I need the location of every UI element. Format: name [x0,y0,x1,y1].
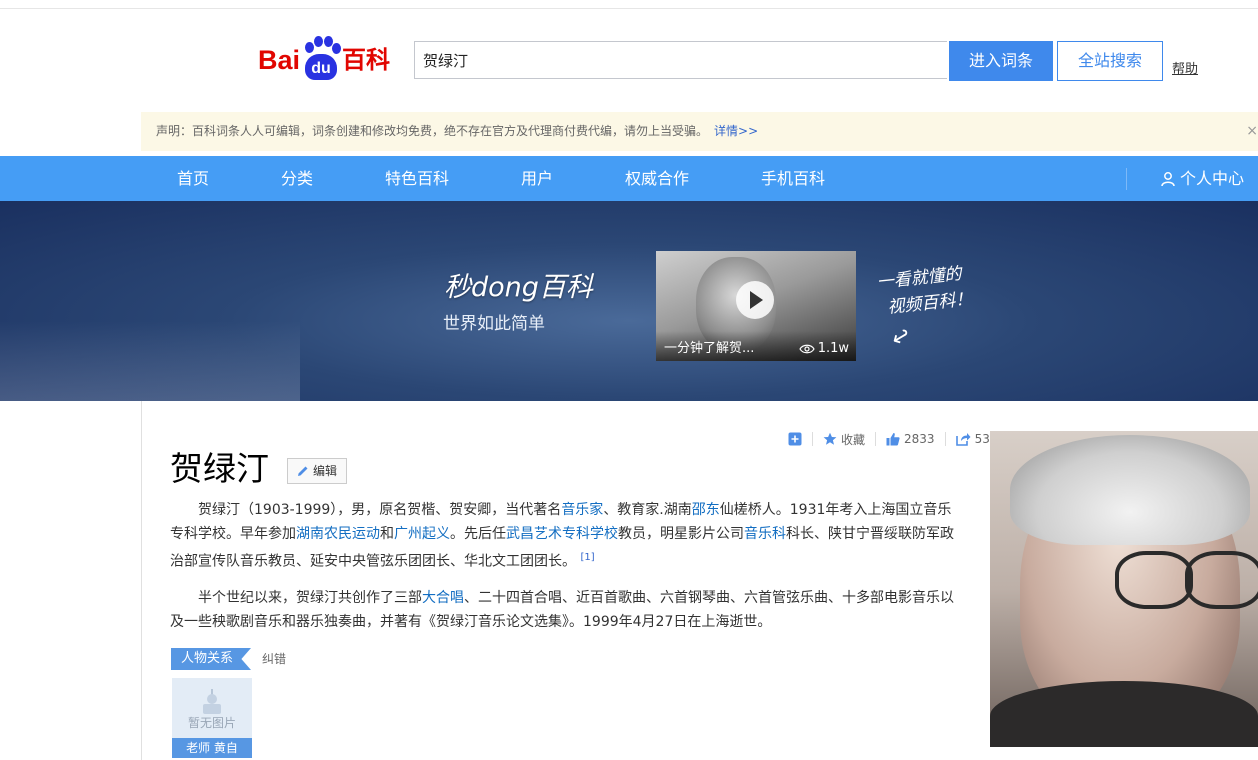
portrait-glasses-right [1185,551,1258,609]
arrow-icon: ↩ [886,322,916,353]
toolbar-divider [944,432,946,446]
collect-button[interactable]: 收藏 [823,431,865,448]
text: 。先后任 [450,526,506,542]
pencil-icon [297,466,308,476]
miaodong-banner[interactable]: 秒dong百科 世界如此简单 一分钟了解贺... 1.1w 一看就懂的 视频百科… [0,201,1258,401]
toolbar-divider [875,432,877,446]
portrait-image[interactable] [990,431,1258,747]
user-center-label: 个人中心 [1180,169,1245,188]
main-nav: 首页 分类 特色百科 用户 权威合作 手机百科 个人中心 [0,156,1258,201]
paw-icon: du [301,36,342,80]
link-musician[interactable]: 音乐家 [561,502,603,518]
star-icon [823,432,837,445]
enter-entry-button[interactable]: 进入词条 [949,41,1053,81]
correction-link[interactable]: 纠错 [262,650,286,667]
banner-subtitle: 世界如此简单 [443,314,545,334]
article-toolbar: 收藏 2833 53 [788,430,1000,448]
nav-item-home[interactable]: 首页 [177,156,209,201]
text: 和 [380,526,394,542]
logo-baike-text: 百科 [342,46,391,74]
baidu-baike-logo[interactable]: Bai du 百科 [258,34,390,80]
placeholder-image-icon [203,689,221,714]
notice-more-link[interactable]: 详情>> [714,124,758,138]
nav-item-category[interactable]: 分类 [281,156,313,201]
video-caption: 一分钟了解贺... [664,341,755,356]
site-search-button[interactable]: 全站搜索 [1057,41,1163,81]
text: 教员，明星影片公司 [618,526,744,542]
summary-paragraph-2: 半个世纪以来，贺绿汀共创作了三部大合唱、二十四首合唱、近百首歌曲、六首钢琴曲、六… [170,586,960,634]
logo-bai-text: Bai [258,45,301,75]
user-icon [1161,171,1175,186]
link-guangzhou-uprising[interactable]: 广州起义 [394,526,450,542]
portrait-coat [990,681,1258,747]
link-music-section[interactable]: 音乐科 [744,526,786,542]
banner-glow [0,321,300,401]
nav-item-mobile[interactable]: 手机百科 [761,156,825,201]
portrait-glasses-left [1115,551,1193,609]
video-thumbnail[interactable]: 一分钟了解贺... 1.1w [656,251,856,361]
nav-item-users[interactable]: 用户 [521,156,553,201]
reference-link[interactable]: [1] [580,552,594,563]
share-button[interactable]: 53 [955,432,990,446]
user-center-link[interactable]: 个人中心 [1160,156,1244,201]
video-views-count: 1.1w [817,341,849,356]
play-icon[interactable] [736,281,774,319]
nav-item-featured[interactable]: 特色百科 [385,156,449,201]
link-wuchang-art-school[interactable]: 武昌艺术专科学校 [506,526,618,542]
link-cantata[interactable]: 大合唱 [422,590,464,606]
thumbs-up-icon [886,433,900,446]
summary-paragraph-1: 贺绿汀（1903-1999），男，原名贺楷、贺安卿，当代著名音乐家、教育家.湖南… [170,498,960,574]
link-shaodong[interactable]: 邵东 [692,502,720,518]
logo-du-text: du [305,54,338,80]
video-views: 1.1w [798,341,849,356]
relations-tab[interactable]: 人物关系 [171,648,251,670]
text: 贺绿汀（1903-1999），男，原名贺楷、贺安卿，当代著名 [198,502,562,518]
edit-button[interactable]: 编辑 [287,458,347,484]
share-count: 53 [974,432,990,446]
nav-divider [1126,168,1127,190]
person-card[interactable]: 暂无图片 老师 黄自 [172,678,252,758]
notice-bar: 声明：百科词条人人可编辑，词条创建和修改均免费，绝不存在官方及代理商付费代编，请… [141,112,1258,151]
share-icon [955,433,971,446]
search-input[interactable]: 贺绿汀 [414,41,947,79]
toolbar-divider [812,432,813,446]
like-count: 2833 [904,432,935,446]
banner-handwriting: 一看就懂的 视频百科！ [876,260,974,321]
plus-square-icon [788,432,802,446]
help-link[interactable]: 帮助 [1172,58,1198,77]
page-title: 贺绿汀 [170,449,269,488]
nav-item-partners[interactable]: 权威合作 [625,156,689,201]
portrait-hair [1010,435,1250,545]
add-button[interactable] [788,432,802,446]
no-image-text: 暂无图片 [187,716,236,730]
text: 半个世纪以来，贺绿汀共创作了三部 [198,590,422,606]
edit-label: 编辑 [312,464,337,478]
miaodong-logo: 秒dong百科 [444,272,593,303]
like-button[interactable]: 2833 [886,432,935,446]
text: 、教育家.湖南 [603,502,692,518]
eye-icon [798,344,815,353]
link-hunan-peasant-movement[interactable]: 湖南农民运动 [296,526,380,542]
person-name: 老师 黄自 [172,738,252,758]
close-icon[interactable]: × [1246,112,1258,151]
collect-label: 收藏 [841,432,866,447]
notice-text: 声明：百科词条人人可编辑，词条创建和修改均免费，绝不存在官方及代理商付费代编，请… [156,124,709,138]
top-border [0,0,1258,9]
